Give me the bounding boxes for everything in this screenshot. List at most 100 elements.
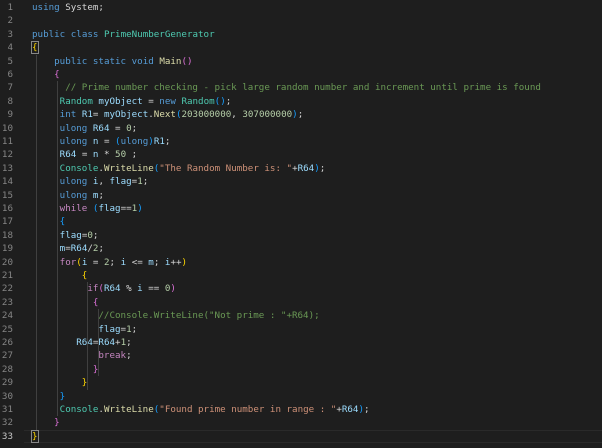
code-token: } [59, 390, 66, 402]
code-text: // Prime number checking - pick large ra… [32, 81, 541, 94]
code-line[interactable]: 15 ulong m; [0, 189, 602, 202]
code-token: ; [164, 136, 171, 147]
code-line[interactable]: 19 m=R64/2; [0, 242, 602, 255]
code-line[interactable]: 6 { [0, 68, 602, 81]
line-number: 24 [1, 310, 13, 322]
code-line[interactable]: 18 flag=0; [0, 229, 602, 242]
code-token: } [92, 363, 99, 375]
code-token: break [98, 350, 127, 362]
code-token: void [131, 55, 154, 67]
code-line[interactable]: 1 using System; [0, 1, 602, 14]
line-number: 6 [7, 69, 13, 80]
code-token: R64 [59, 149, 77, 161]
code-token: = [142, 95, 160, 107]
code-line[interactable]: 10 ulong R64 = 0; [0, 122, 602, 135]
code-line[interactable]: 2 [0, 14, 602, 27]
line-number: 5 [7, 55, 13, 67]
line-number: 8 [7, 95, 13, 107]
code-line[interactable]: 20 for(i = 2; i <= m; i++) [0, 256, 602, 269]
code-token: ) [137, 203, 143, 214]
code-token: ; [98, 189, 104, 201]
code-line[interactable]: 11 ulong n = (ulong)R1; [0, 135, 602, 148]
line-number: 11 [1, 136, 13, 147]
code-token: ; [92, 229, 99, 241]
line-number: 17 [1, 216, 13, 228]
code-line[interactable]: 32 } [0, 416, 602, 429]
code-text: if(R64 % i == 0) [32, 282, 176, 295]
code-token: R64 [92, 122, 110, 134]
code-line[interactable]: 28 } [0, 363, 602, 376]
code-line[interactable]: 7 // Prime number checking - pick large … [0, 81, 602, 94]
code-token: myObject [103, 109, 149, 121]
code-line[interactable]: 33} [0, 429, 602, 443]
code-text: ulong n = (ulong)R1; [32, 135, 171, 148]
line-number: 30 [1, 390, 13, 402]
code-line[interactable]: 23 { [0, 296, 602, 309]
code-line[interactable]: 30 } [0, 390, 602, 403]
code-token: ; [126, 337, 132, 348]
line-number: 1 [7, 2, 13, 13]
code-line[interactable]: 14 ulong i, flag=1; [0, 175, 602, 188]
code-token: Console [59, 162, 99, 174]
code-token: R1 [81, 109, 93, 121]
code-line[interactable]: 24 //Console.WriteLine("Not prime : "+R6… [0, 309, 602, 322]
code-line[interactable]: 31 Console.WriteLine("Found prime number… [0, 403, 602, 416]
code-token: { [81, 270, 88, 281]
code-text: { [32, 296, 99, 309]
line-number: 23 [1, 296, 13, 308]
code-text: using System; [32, 1, 104, 14]
code-text: public class PrimeNumberGenerator [32, 28, 215, 41]
code-line[interactable]: 29 } [0, 376, 602, 389]
code-line[interactable]: 9 int R1= myObject.Next(203000000, 30700… [0, 108, 602, 121]
code-token: = [76, 149, 93, 161]
code-token: R64 [103, 283, 121, 295]
line-number: 16 [1, 203, 13, 214]
code-token: R64 [70, 243, 88, 255]
code-line[interactable]: 8 Random myObject = new Random(); [0, 95, 602, 108]
code-line[interactable]: 22 if(R64 % i == 0) [0, 282, 602, 295]
code-line[interactable]: 5 public static void Main() [0, 55, 602, 68]
code-text: R64 = n * 50 ; [32, 148, 138, 161]
code-line[interactable]: 17 { [0, 215, 602, 228]
code-text: } [32, 416, 60, 429]
code-line[interactable]: 3 public class PrimeNumberGenerator [0, 28, 602, 41]
code-line[interactable]: 26 R64=R64+1; [0, 336, 602, 349]
code-editor[interactable]: 1 using System; 2 3 public class PrimeNumber… [0, 0, 602, 448]
line-number: 4 [7, 42, 13, 54]
code-line[interactable]: 21 { [0, 269, 602, 282]
code-line[interactable]: 4{ [0, 41, 602, 55]
code-token: R64 [98, 337, 116, 348]
code-line[interactable]: 16 while (flag==1) [0, 202, 602, 215]
code-token: PrimeNumberGenerator [103, 28, 215, 40]
code-line[interactable]: 25 flag=1; [0, 323, 602, 336]
code-text: { [32, 269, 88, 282]
code-token: ; [225, 95, 232, 107]
line-number: 9 [7, 109, 13, 121]
code-token: ; [142, 176, 149, 188]
code-token: ; [126, 149, 138, 161]
code-line[interactable]: 12 R64 = n * 50 ; [0, 148, 602, 161]
line-number: 7 [7, 82, 13, 94]
code-line[interactable]: 13 Console.WriteLine("The Random Number … [0, 162, 602, 175]
code-token: R64 [297, 162, 315, 174]
code-text: flag=0; [32, 229, 99, 242]
code-token: <= [126, 256, 149, 268]
code-token: } [81, 377, 88, 389]
code-token: , [231, 109, 243, 121]
line-number: 13 [1, 162, 13, 174]
code-token: 203000000 [181, 109, 232, 121]
code-token: () [214, 95, 226, 107]
code-text: ulong m; [32, 189, 104, 202]
code-token: ; [319, 162, 326, 174]
code-line[interactable]: 27 break; [0, 349, 602, 362]
code-token: Random [59, 95, 93, 107]
code-text: Console.WriteLine("The Random Number is:… [32, 162, 326, 175]
code-token: int [59, 109, 77, 121]
